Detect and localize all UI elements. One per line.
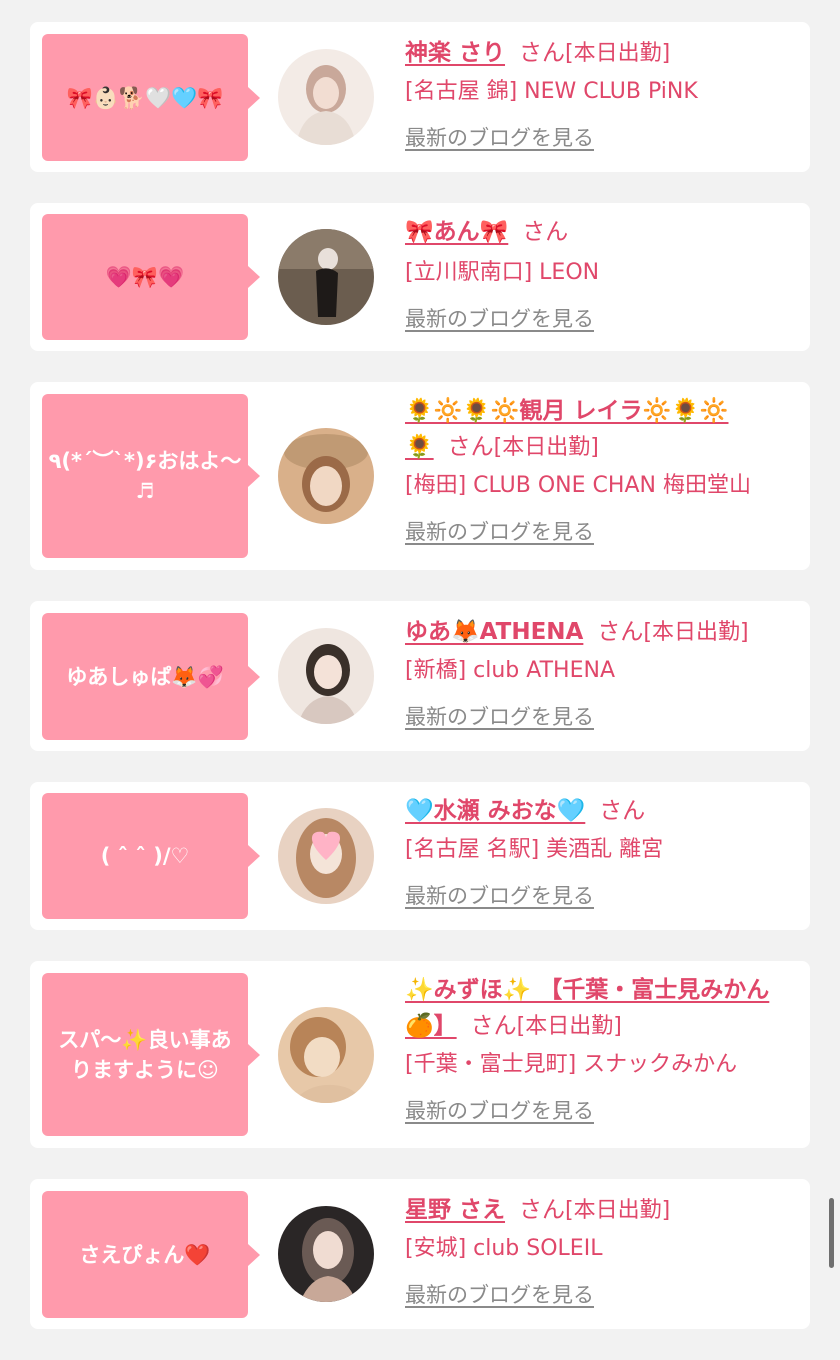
comment-text: さえぴょん❤️ [79, 1242, 211, 1267]
blog-card: ٩(*´︶`*)۶おはよ〜♬ 🌻🔆🌻🔆観月 レイラ🔆🌻🔆 🌻 さん[本日出勤] [… [30, 382, 810, 570]
avatar[interactable] [278, 229, 374, 325]
comment-text: 💗🎀💗 [105, 265, 185, 289]
avatar-photo [278, 229, 374, 325]
shop-name: [安城] club SOLEIL [405, 1236, 603, 1261]
honorific: さん [599, 798, 646, 824]
shop-name: [千葉・富士見町] スナックみかん [405, 1052, 738, 1077]
comment-text: ( ˆ ˆ )/♡ [100, 844, 190, 868]
avatar[interactable] [278, 428, 374, 524]
comment-bubble: ٩(*´︶`*)۶おはよ〜♬ [42, 394, 260, 558]
honorific: さん [470, 1013, 517, 1039]
girl-name-link[interactable]: ゆあ🦊ATHENA [405, 619, 583, 645]
honorific: さん [519, 1197, 566, 1223]
comment-bubble: さえぴょん❤️ [42, 1191, 260, 1318]
comment-text: ٩(*´︶`*)۶おはよ〜♬ [48, 449, 242, 503]
avatar-photo [278, 808, 374, 904]
scrollbar-thumb[interactable] [829, 1198, 834, 1268]
girl-name-link[interactable]: ✨みずほ✨ 【千葉・富士見みかん [405, 977, 769, 1003]
blog-card: 🎀👶🏻🐕🤍🩵🎀 神楽 さり さん[本日出勤] [名古屋 錦] NEW CLUB P… [30, 22, 810, 172]
comment-text: 🎀👶🏻🐕🤍🩵🎀 [66, 85, 224, 110]
avatar-photo [278, 49, 374, 145]
comment-text: スパ〜✨良い事ありますように☺ [58, 1027, 232, 1082]
avatar-photo [278, 428, 374, 524]
honorific: さん [597, 619, 644, 645]
girl-name-link[interactable]: 星野 さえ [405, 1197, 505, 1223]
status-badge: [本日出勤] [643, 620, 749, 645]
shop-name: [名古屋 名駅] 美酒乱 離宮 [405, 837, 664, 862]
blog-card-list: 🎀👶🏻🐕🤍🩵🎀 神楽 さり さん[本日出勤] [名古屋 錦] NEW CLUB P… [30, 22, 810, 1360]
shop-name: [名古屋 錦] NEW CLUB PiNK [405, 79, 698, 104]
comment-bubble: スパ〜✨良い事ありますように☺ [42, 973, 260, 1136]
status-badge: [本日出勤] [565, 1198, 671, 1223]
comment-bubble: 🎀👶🏻🐕🤍🩵🎀 [42, 34, 260, 161]
girl-name-link[interactable]: 🌻🔆🌻🔆観月 レイラ🔆🌻🔆 [405, 398, 728, 424]
comment-text: ゆあしゅぱ🦊💞 [66, 664, 224, 689]
comment-bubble: ゆあしゅぱ🦊💞 [42, 613, 260, 740]
blog-card: 💗🎀💗 🎀あん🎀 さん [立川駅南口] LEON 最新のブログを見る [30, 203, 810, 351]
avatar[interactable] [278, 628, 374, 724]
avatar[interactable] [278, 808, 374, 904]
honorific: さん [519, 40, 566, 66]
comment-bubble: 💗🎀💗 [42, 214, 260, 340]
honorific: さん [522, 219, 569, 245]
girl-name-link-cont[interactable]: 🍊】 [405, 1013, 457, 1039]
status-badge: [本日出勤] [565, 41, 671, 66]
girl-name-link-cont[interactable]: 🌻 [405, 434, 434, 460]
status-badge: [本日出勤] [493, 435, 599, 460]
latest-blog-link[interactable]: 最新のブログを見る [405, 881, 594, 911]
girl-name-link[interactable]: 🩵水瀬 みおな🩵 [405, 798, 585, 824]
latest-blog-link[interactable]: 最新のブログを見る [405, 517, 594, 547]
honorific: さん [447, 434, 494, 460]
shop-name: [新橋] club ATHENA [405, 658, 615, 683]
shop-name: [立川駅南口] LEON [405, 260, 600, 285]
latest-blog-link[interactable]: 最新のブログを見る [405, 123, 594, 153]
blog-card: さえぴょん❤️ 星野 さえ さん[本日出勤] [安城] club SOLEIL 最… [30, 1179, 810, 1329]
blog-card: ( ˆ ˆ )/♡ 🩵水瀬 みおな🩵 さん [名古屋 名駅] 美酒乱 離宮 最新の… [30, 782, 810, 930]
avatar-photo [278, 1007, 374, 1103]
avatar[interactable] [278, 1206, 374, 1302]
blog-card: ゆあしゅぱ🦊💞 ゆあ🦊ATHENA さん[本日出勤] [新橋] club ATHE… [30, 601, 810, 751]
avatar[interactable] [278, 1007, 374, 1103]
girl-name-link[interactable]: 🎀あん🎀 [405, 219, 508, 245]
avatar-photo [278, 1206, 374, 1302]
latest-blog-link[interactable]: 最新のブログを見る [405, 1096, 594, 1126]
blog-card: スパ〜✨良い事ありますように☺ ✨みずほ✨ 【千葉・富士見みかん 🍊】 さん[本日… [30, 961, 810, 1148]
shop-name: [梅田] CLUB ONE CHAN 梅田堂山 [405, 473, 751, 498]
avatar[interactable] [278, 49, 374, 145]
avatar-photo [278, 628, 374, 724]
latest-blog-link[interactable]: 最新のブログを見る [405, 702, 594, 732]
latest-blog-link[interactable]: 最新のブログを見る [405, 1280, 594, 1310]
status-badge: [本日出勤] [516, 1014, 622, 1039]
girl-name-link[interactable]: 神楽 さり [405, 40, 505, 66]
comment-bubble: ( ˆ ˆ )/♡ [42, 793, 260, 919]
latest-blog-link[interactable]: 最新のブログを見る [405, 304, 594, 334]
